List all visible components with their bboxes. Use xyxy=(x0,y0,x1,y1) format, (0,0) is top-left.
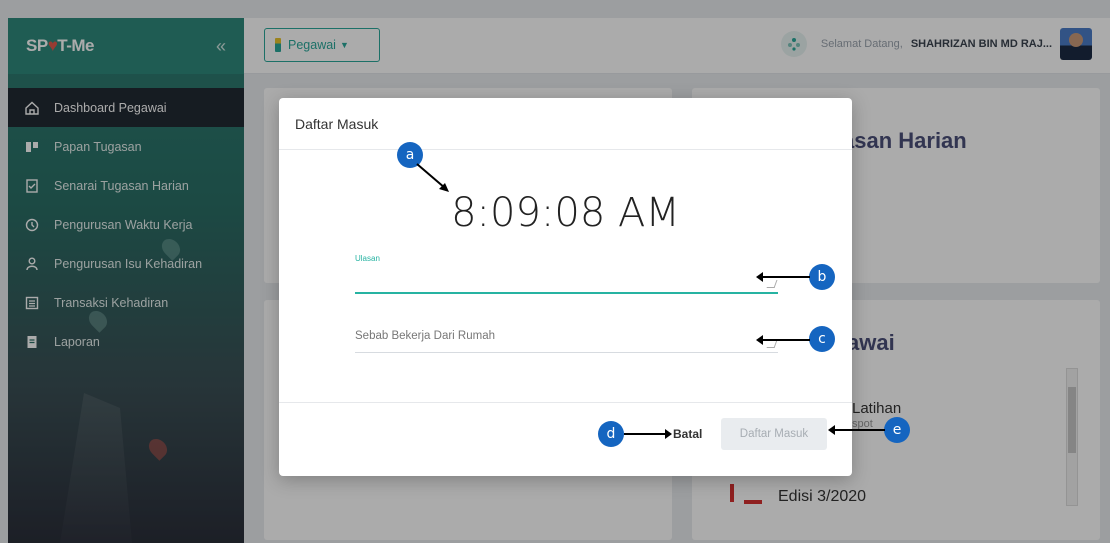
ulasan-underline xyxy=(355,292,778,294)
current-time: 8:09:08 AM xyxy=(451,190,680,236)
wfh-reason-field[interactable]: Sebab Bekerja Dari Rumah xyxy=(355,326,778,354)
ulasan-field[interactable]: Ulasan xyxy=(355,248,778,294)
resize-handle-icon[interactable] xyxy=(766,340,778,348)
annotation-e: e xyxy=(884,417,910,443)
modal-footer: Batal Daftar Masuk xyxy=(279,402,852,462)
resize-handle-icon[interactable] xyxy=(766,280,778,288)
daftar-masuk-modal: Daftar Masuk 8:09:08 AM Ulasan Sebab Bek… xyxy=(279,98,852,476)
annotation-arrow-c xyxy=(756,335,810,345)
daftar-masuk-button[interactable]: Daftar Masuk xyxy=(721,418,827,450)
wfh-reason-placeholder: Sebab Bekerja Dari Rumah xyxy=(355,330,495,342)
cancel-button[interactable]: Batal xyxy=(673,427,702,441)
modal-header: Daftar Masuk xyxy=(279,98,852,150)
annotation-arrow-e xyxy=(828,425,885,435)
annotation-c: c xyxy=(809,326,835,352)
annotation-arrow-b xyxy=(756,272,810,282)
annotation-arrow-d xyxy=(624,429,672,439)
ulasan-label: Ulasan xyxy=(355,254,380,263)
modal-title: Daftar Masuk xyxy=(295,115,379,132)
annotation-b: b xyxy=(809,264,835,290)
annotation-d: d xyxy=(598,421,624,447)
wfh-reason-underline xyxy=(355,352,778,353)
annotation-arrow-a xyxy=(416,163,449,192)
